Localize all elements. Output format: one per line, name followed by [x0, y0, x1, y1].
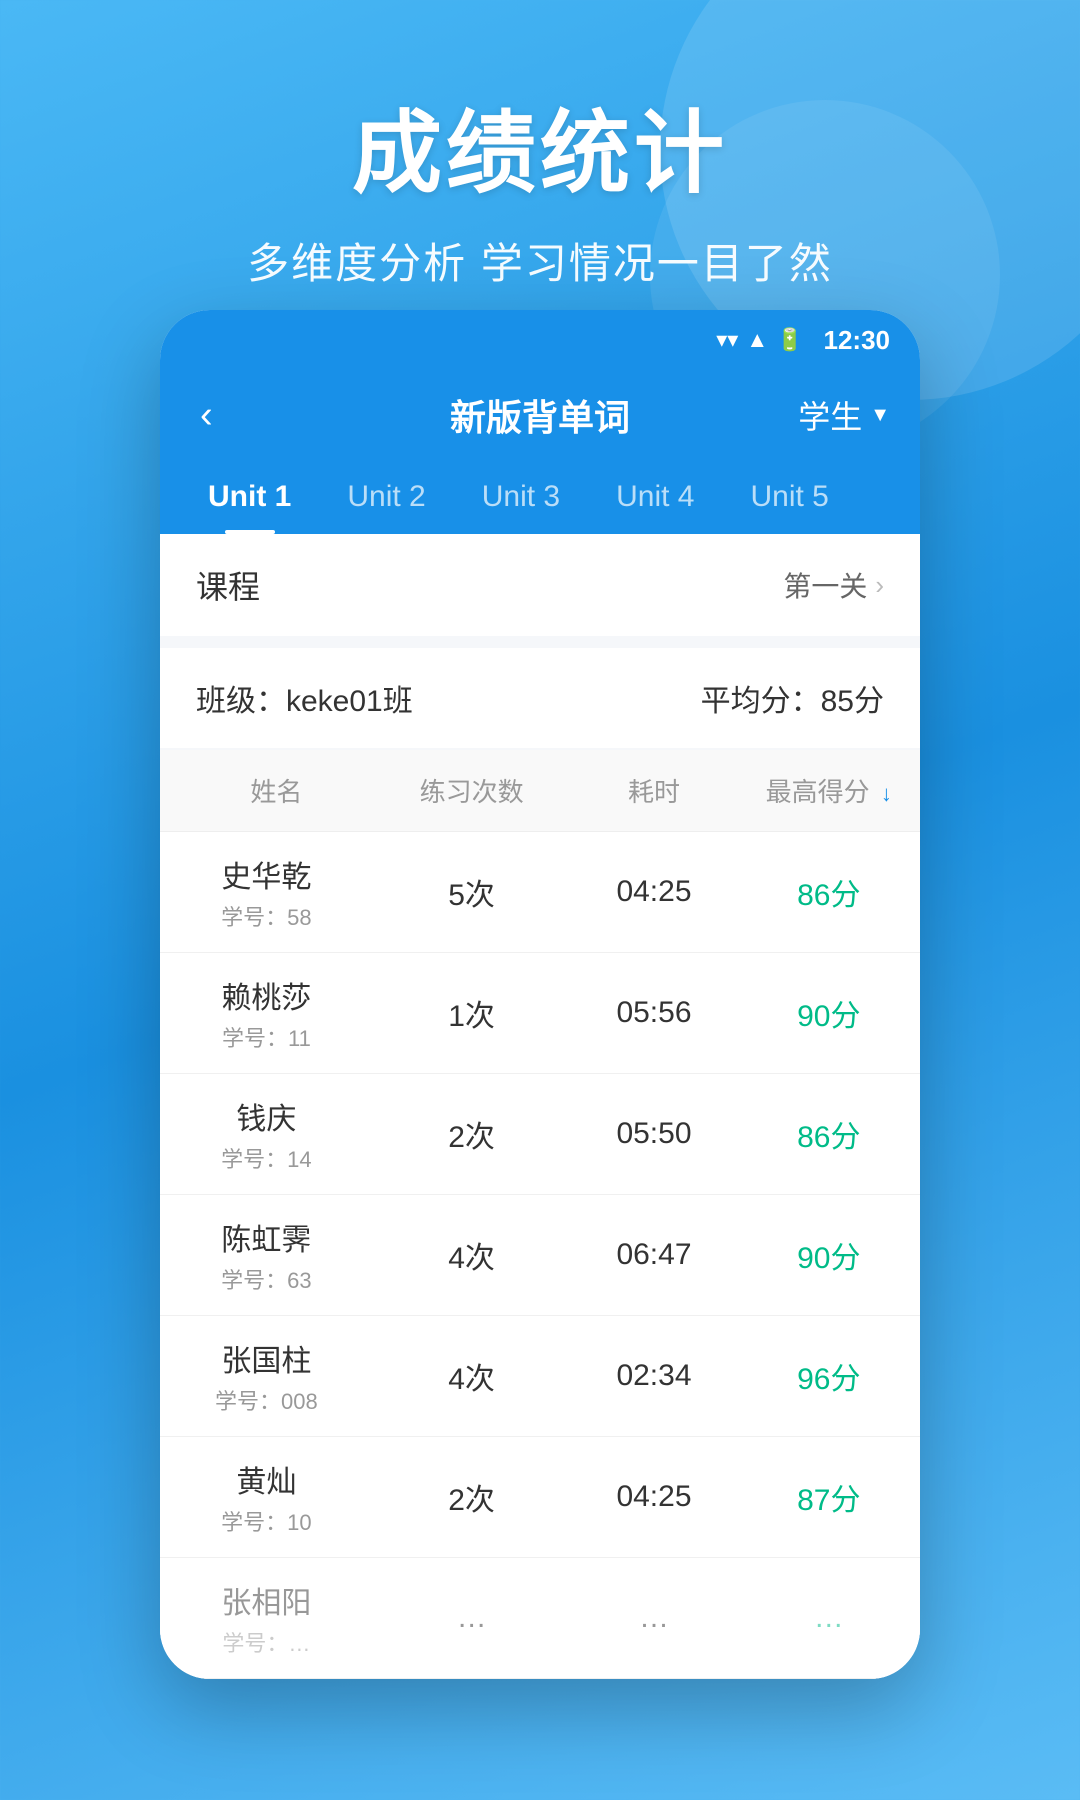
- back-button[interactable]: ‹: [190, 384, 223, 447]
- student-table: 姓名 练习次数 耗时 最高得分 ↓ 史华乾 学号：58: [160, 750, 920, 1679]
- student-name-cell: 陈虹霁 学号：63: [160, 1195, 373, 1316]
- student-time-cell: 04:25: [570, 832, 737, 953]
- student-name-cell: 张国柱 学号：008: [160, 1316, 373, 1437]
- tab-unit5[interactable]: Unit 5: [722, 460, 856, 534]
- content-area: 课程 第一关 › 班级：keke01班 平均分：85分 姓名 练习次数: [160, 534, 920, 1679]
- tab-unit3[interactable]: Unit 3: [454, 460, 588, 534]
- signal-icon: ▲: [746, 327, 768, 353]
- page-subtitle: 多维度分析 学习情况一目了然: [0, 230, 1080, 291]
- col-header-score[interactable]: 最高得分 ↓: [738, 750, 920, 832]
- page-title: 成绩统计: [0, 80, 1080, 210]
- student-id: 学号：008: [160, 1384, 373, 1416]
- col-header-name: 姓名: [160, 750, 373, 832]
- student-time-cell: …: [570, 1558, 737, 1679]
- student-name-cell: 赖桃莎 学号：11: [160, 953, 373, 1074]
- tab-unit2[interactable]: Unit 2: [319, 460, 453, 534]
- student-score-cell: 96分: [738, 1316, 920, 1437]
- student-name: 赖桃莎: [160, 973, 373, 1017]
- course-label: 课程: [196, 562, 260, 608]
- status-time: 12:30: [824, 325, 891, 356]
- course-row[interactable]: 课程 第一关 ›: [160, 534, 920, 636]
- student-score-cell: …: [738, 1558, 920, 1679]
- student-id: 学号：…: [160, 1626, 373, 1658]
- student-id: 学号：10: [160, 1505, 373, 1537]
- nav-title: 新版背单词: [450, 389, 630, 441]
- student-name: 张国柱: [160, 1336, 373, 1380]
- battery-icon: 🔋: [776, 327, 803, 353]
- student-name: 张相阳: [160, 1578, 373, 1622]
- table-row: 陈虹霁 学号：63 4次 06:47 90分: [160, 1195, 920, 1316]
- student-practice-cell: 5次: [373, 832, 571, 953]
- student-id: 学号：11: [160, 1021, 373, 1053]
- student-practice-cell: 1次: [373, 953, 571, 1074]
- sort-icon: ↓: [881, 781, 892, 806]
- course-value: 第一关: [783, 565, 867, 605]
- student-name: 钱庆: [160, 1094, 373, 1138]
- wifi-icon: ▾▾: [716, 327, 738, 353]
- student-time-cell: 05:50: [570, 1074, 737, 1195]
- table-row: 赖桃莎 学号：11 1次 05:56 90分: [160, 953, 920, 1074]
- phone-frame: ▾▾ ▲ 🔋 12:30 ‹ 新版背单词 学生 ▼ Unit 1 Unit 2 …: [160, 310, 920, 1679]
- tab-unit1[interactable]: Unit 1: [180, 460, 319, 534]
- student-score-cell: 87分: [738, 1437, 920, 1558]
- student-practice-cell: 2次: [373, 1074, 571, 1195]
- table-row: 张国柱 学号：008 4次 02:34 96分: [160, 1316, 920, 1437]
- tabs-bar: Unit 1 Unit 2 Unit 3 Unit 4 Unit 5: [160, 460, 920, 534]
- status-bar: ▾▾ ▲ 🔋 12:30: [160, 310, 920, 370]
- page-header: 成绩统计 多维度分析 学习情况一目了然: [0, 0, 1080, 291]
- class-label: 班级：keke01班: [196, 676, 413, 720]
- student-name: 黄灿: [160, 1457, 373, 1501]
- role-selector[interactable]: 学生 ▼: [798, 392, 890, 438]
- student-id: 学号：63: [160, 1263, 373, 1295]
- student-score-cell: 86分: [738, 1074, 920, 1195]
- student-time-cell: 06:47: [570, 1195, 737, 1316]
- student-practice-cell: 2次: [373, 1437, 571, 1558]
- student-name: 陈虹霁: [160, 1215, 373, 1259]
- student-id: 学号：14: [160, 1142, 373, 1174]
- student-name-cell: 张相阳 学号：…: [160, 1558, 373, 1679]
- status-icons: ▾▾ ▲ 🔋: [716, 327, 803, 353]
- chevron-right-icon: ›: [875, 570, 884, 601]
- course-right: 第一关 ›: [783, 565, 884, 605]
- student-practice-cell: 4次: [373, 1316, 571, 1437]
- role-label: 学生: [798, 392, 862, 438]
- table-row: 钱庆 学号：14 2次 05:50 86分: [160, 1074, 920, 1195]
- student-time-cell: 02:34: [570, 1316, 737, 1437]
- student-id: 学号：58: [160, 900, 373, 932]
- student-name: 史华乾: [160, 852, 373, 896]
- avg-score: 平均分：85分: [701, 676, 884, 720]
- table-row: 黄灿 学号：10 2次 04:25 87分: [160, 1437, 920, 1558]
- student-practice-cell: 4次: [373, 1195, 571, 1316]
- student-time-cell: 05:56: [570, 953, 737, 1074]
- student-name-cell: 史华乾 学号：58: [160, 832, 373, 953]
- student-name-cell: 黄灿 学号：10: [160, 1437, 373, 1558]
- nav-bar: ‹ 新版背单词 学生 ▼: [160, 370, 920, 460]
- table-row: 张相阳 学号：… … … …: [160, 1558, 920, 1679]
- student-score-cell: 86分: [738, 832, 920, 953]
- table-row: 史华乾 学号：58 5次 04:25 86分: [160, 832, 920, 953]
- col-header-practice: 练习次数: [373, 750, 571, 832]
- class-info-row: 班级：keke01班 平均分：85分: [160, 648, 920, 748]
- student-score-cell: 90分: [738, 1195, 920, 1316]
- tab-unit4[interactable]: Unit 4: [588, 460, 722, 534]
- student-score-cell: 90分: [738, 953, 920, 1074]
- dropdown-arrow-icon: ▼: [870, 404, 890, 427]
- student-name-cell: 钱庆 学号：14: [160, 1074, 373, 1195]
- student-practice-cell: …: [373, 1558, 571, 1679]
- student-time-cell: 04:25: [570, 1437, 737, 1558]
- col-header-time: 耗时: [570, 750, 737, 832]
